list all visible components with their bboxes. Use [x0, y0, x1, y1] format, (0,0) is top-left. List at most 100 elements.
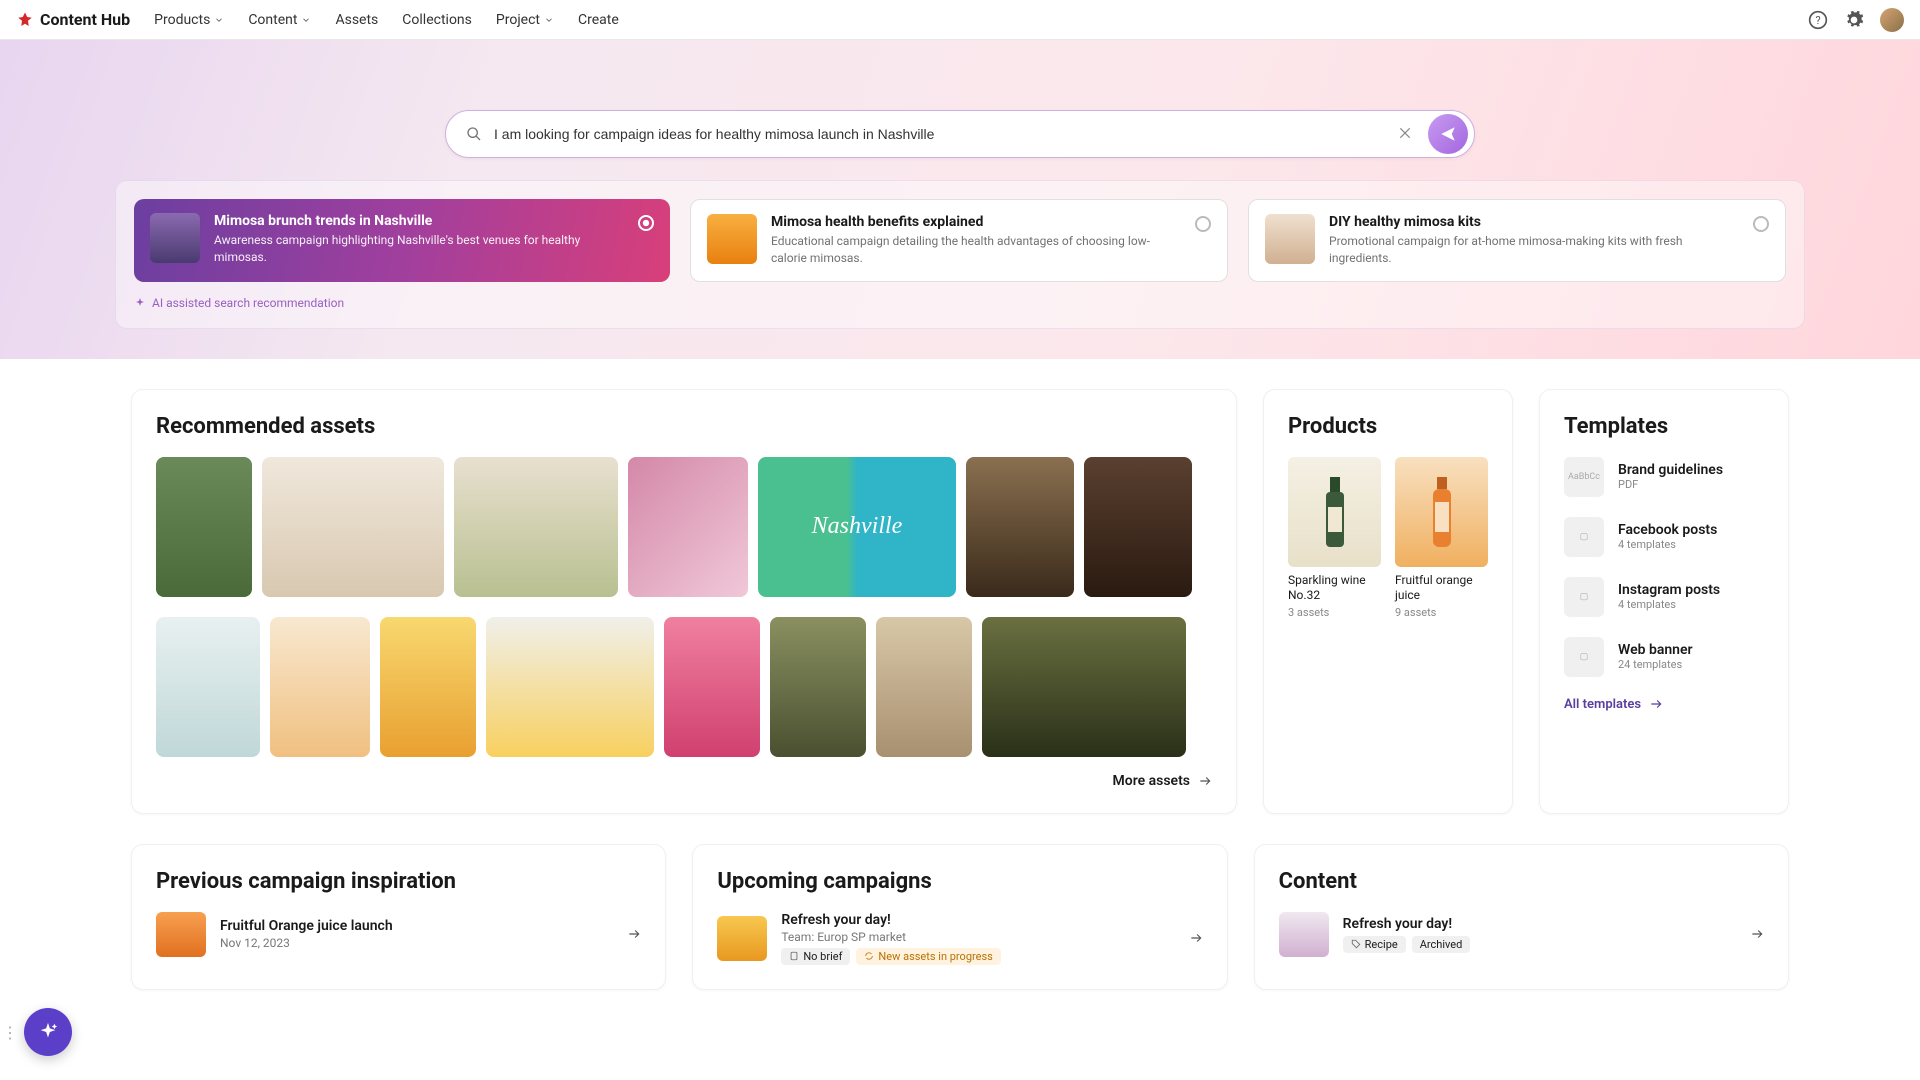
product-name: Sparkling wine No.32 [1288, 573, 1381, 604]
asset-thumb[interactable] [966, 457, 1074, 597]
main-grid: Recommended assets Nashville [115, 389, 1805, 814]
avatar[interactable] [1880, 8, 1904, 32]
content-thumb [1279, 912, 1329, 957]
clear-button[interactable] [1394, 121, 1416, 148]
template-meta: 4 templates [1618, 598, 1720, 611]
panel-title: Content [1279, 869, 1764, 894]
template-item[interactable]: ▢ Facebook posts 4 templates [1564, 517, 1764, 557]
suggestion-title: DIY healthy mimosa kits [1329, 214, 1739, 230]
ai-fab-button[interactable] [24, 1008, 72, 1056]
logo[interactable]: Content Hub [16, 10, 130, 29]
tag-assets-progress: New assets in progress [856, 948, 1000, 965]
campaign-item[interactable]: Fruitful Orange juice launch Nov 12, 202… [156, 912, 641, 957]
panel-title: Previous campaign inspiration [156, 869, 641, 894]
nav-item-assets[interactable]: Assets [335, 12, 378, 28]
search-input[interactable] [494, 126, 1382, 142]
send-button[interactable] [1428, 114, 1468, 154]
search-bar [445, 110, 1475, 158]
asset-thumb[interactable] [262, 457, 444, 597]
asset-thumb[interactable] [156, 457, 252, 597]
suggestion-desc: Promotional campaign for at-home mimosa-… [1329, 233, 1739, 267]
asset-grid: Nashville [156, 457, 1212, 757]
asset-thumb[interactable] [454, 457, 618, 597]
asset-thumb[interactable]: Nashville [758, 457, 956, 597]
tag-recipe: Recipe [1343, 936, 1406, 953]
send-icon [1439, 125, 1457, 143]
suggestion-card[interactable]: DIY healthy mimosa kits Promotional camp… [1248, 199, 1786, 282]
campaign-thumb [156, 912, 206, 957]
panel-title: Recommended assets [156, 414, 1212, 439]
content-item[interactable]: Refresh your day! Recipe Archived [1279, 912, 1764, 957]
product-image [1395, 457, 1488, 567]
suggestion-row: Mimosa brunch trends in Nashville Awaren… [134, 199, 1786, 282]
nav-item-collections[interactable]: Collections [402, 12, 472, 28]
search-icon [466, 126, 482, 142]
suggestion-desc: Awareness campaign highlighting Nashvill… [214, 232, 624, 266]
product-card[interactable]: Sparkling wine No.32 3 assets [1288, 457, 1381, 619]
nav-item-content[interactable]: Content [248, 12, 311, 28]
chevron-down-icon [544, 15, 554, 25]
nav-item-create[interactable]: Create [578, 12, 619, 28]
template-item[interactable]: AaBbCc Brand guidelines PDF [1564, 457, 1764, 497]
logo-icon [16, 11, 34, 29]
products-panel: Products Sparkling wine No.32 3 assets F… [1263, 389, 1513, 814]
search-wrap [445, 110, 1475, 158]
suggestions-panel: Mimosa brunch trends in Nashville Awaren… [115, 180, 1805, 329]
suggestion-desc: Educational campaign detailing the healt… [771, 233, 1181, 267]
template-name: Facebook posts [1618, 522, 1717, 538]
product-image [1288, 457, 1381, 567]
recommended-assets-panel: Recommended assets Nashville [131, 389, 1237, 814]
product-name: Fruitful orange juice [1395, 573, 1488, 604]
asset-thumb[interactable] [156, 617, 260, 757]
all-templates-link[interactable]: All templates [1564, 697, 1764, 712]
suggestion-card[interactable]: Mimosa health benefits explained Educati… [690, 199, 1228, 282]
chevron-down-icon [214, 15, 224, 25]
previous-campaigns-panel: Previous campaign inspiration Fruitful O… [131, 844, 666, 990]
asset-thumb[interactable] [628, 457, 748, 597]
asset-thumb[interactable] [486, 617, 654, 757]
template-thumb: ▢ [1564, 577, 1604, 617]
arrow-right-icon [1649, 697, 1663, 711]
campaign-date: Nov 12, 2023 [220, 936, 613, 950]
asset-thumb[interactable] [982, 617, 1186, 757]
main-nav: Products Content Assets Collections Project C… [154, 12, 619, 28]
product-grid: Sparkling wine No.32 3 assets Fruitful o… [1288, 457, 1488, 619]
asset-thumb[interactable] [1084, 457, 1192, 597]
campaign-title: Refresh your day! [781, 912, 1174, 928]
ai-recommendation-tag: AI assisted search recommendation [134, 296, 1786, 310]
more-assets-link[interactable]: More assets [156, 773, 1212, 789]
campaign-item[interactable]: Refresh your day! Team: Europ SP market … [717, 912, 1202, 965]
ai-tag-label: AI assisted search recommendation [152, 296, 344, 310]
template-item[interactable]: ▢ Instagram posts 4 templates [1564, 577, 1764, 617]
sparkle-icon [37, 1021, 59, 1043]
campaign-tags: No brief New assets in progress [781, 948, 1174, 965]
product-meta: 3 assets [1288, 606, 1381, 619]
gear-icon[interactable] [1844, 10, 1864, 30]
upcoming-campaigns-panel: Upcoming campaigns Refresh your day! Tea… [692, 844, 1227, 990]
asset-thumb[interactable] [770, 617, 866, 757]
chevron-down-icon [301, 15, 311, 25]
suggestion-thumb [150, 213, 200, 263]
asset-thumb[interactable] [664, 617, 760, 757]
asset-thumb[interactable] [380, 617, 476, 757]
panel-title: Products [1288, 414, 1488, 439]
product-card[interactable]: Fruitful orange juice 9 assets [1395, 457, 1488, 619]
content-panel: Content Refresh your day! Recipe Archive… [1254, 844, 1789, 990]
template-item[interactable]: ▢ Web banner 24 templates [1564, 637, 1764, 677]
topbar-left: Content Hub Products Content Assets Collect… [16, 10, 619, 29]
nav-item-products[interactable]: Products [154, 12, 224, 28]
asset-thumb[interactable] [876, 617, 972, 757]
template-name: Web banner [1618, 642, 1693, 658]
template-name: Instagram posts [1618, 582, 1720, 598]
product-meta: 9 assets [1395, 606, 1488, 619]
suggestion-card[interactable]: Mimosa brunch trends in Nashville Awaren… [134, 199, 670, 282]
tag-icon [1351, 939, 1361, 949]
content-title: Refresh your day! [1343, 916, 1736, 932]
topbar-right: ? [1808, 8, 1904, 32]
nav-item-project[interactable]: Project [496, 12, 554, 28]
panel-title: Templates [1564, 414, 1764, 439]
help-icon[interactable]: ? [1808, 10, 1828, 30]
asset-thumb[interactable] [270, 617, 370, 757]
tag-no-brief: No brief [781, 948, 850, 965]
campaign-thumb [717, 916, 767, 961]
